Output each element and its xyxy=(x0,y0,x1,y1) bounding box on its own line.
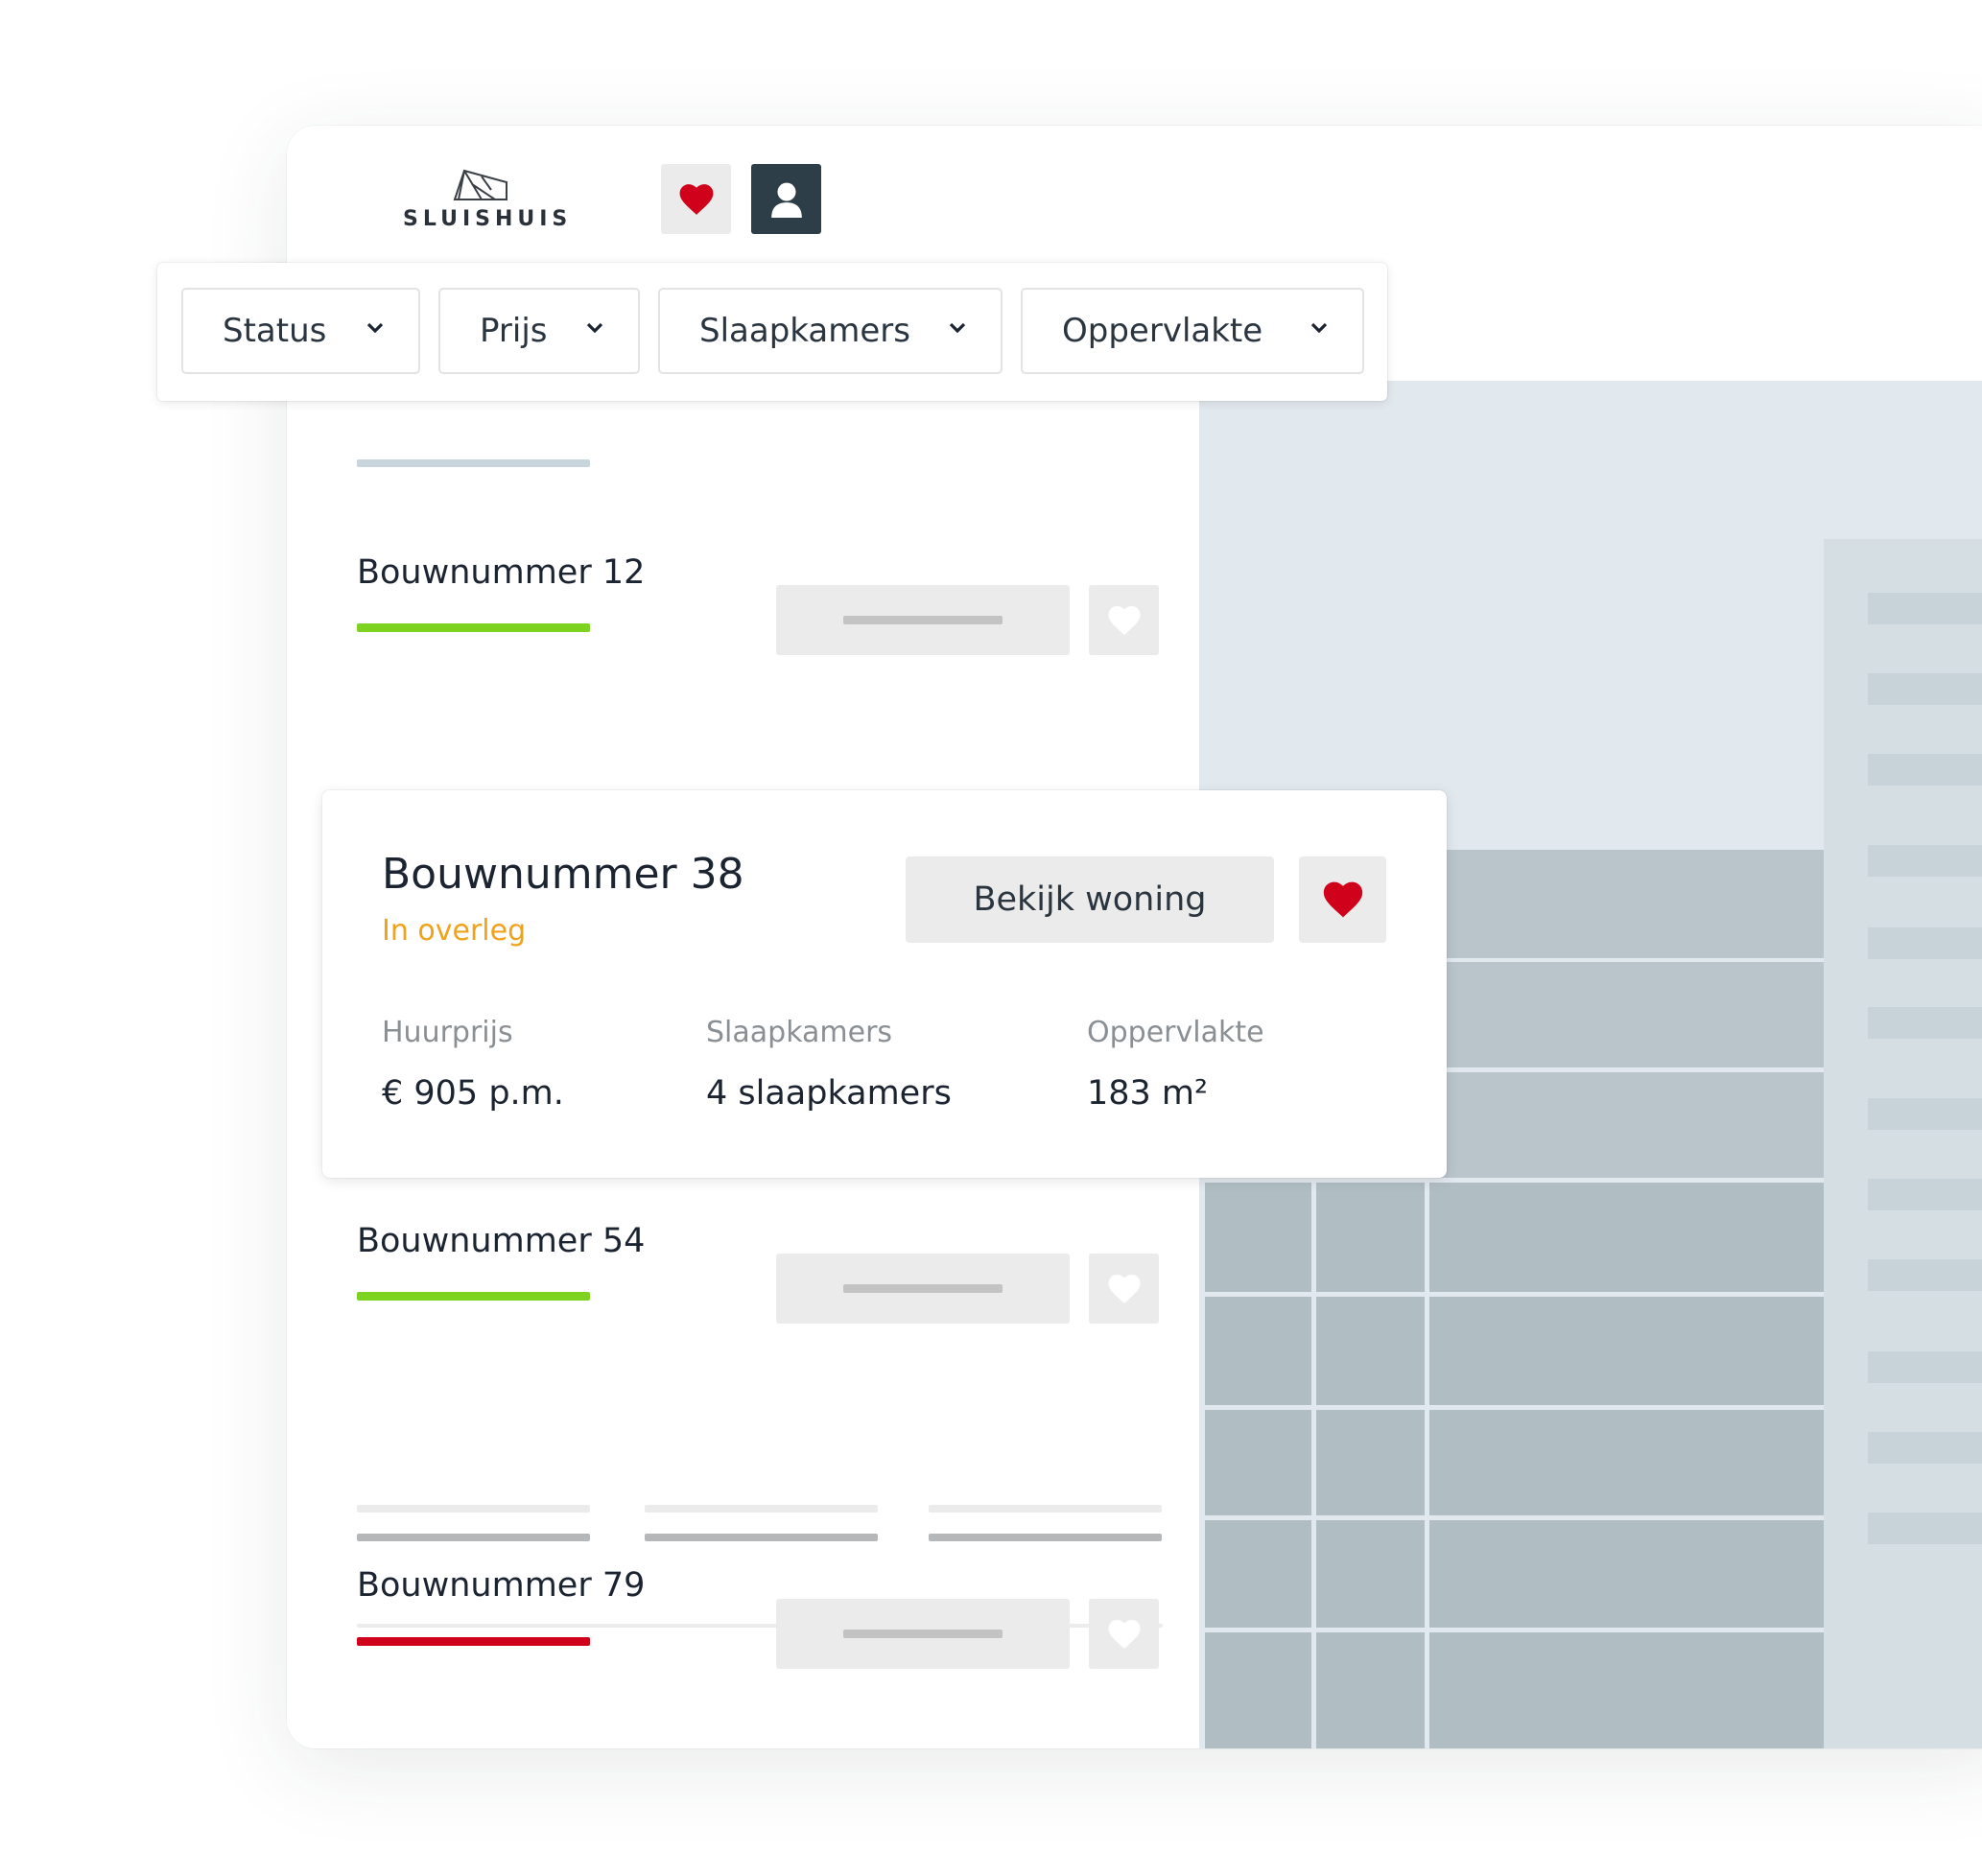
filter-label: Oppervlakte xyxy=(1062,312,1263,350)
heart-icon xyxy=(1323,881,1362,918)
filter-label: Slaapkamers xyxy=(699,312,910,350)
card-favorite-button[interactable] xyxy=(1299,856,1386,943)
account-button[interactable] xyxy=(751,164,821,234)
chevron-down-icon xyxy=(366,322,384,334)
filter-price-dropdown[interactable]: Prijs xyxy=(438,288,640,374)
list-header-placeholder xyxy=(357,459,590,467)
chevron-down-icon xyxy=(949,322,966,334)
filter-bedrooms-dropdown[interactable]: Slaapkamers xyxy=(658,288,1003,374)
favorite-button[interactable] xyxy=(1089,585,1159,655)
heart-outline-icon xyxy=(1108,605,1140,635)
spec-label-rent: Huurprijs xyxy=(382,1016,513,1049)
filter-label: Prijs xyxy=(480,312,548,350)
favorite-button[interactable] xyxy=(1089,1599,1159,1669)
view-button-placeholder[interactable] xyxy=(776,1254,1070,1324)
heart-outline-icon xyxy=(1108,1274,1140,1303)
card-status: In overleg xyxy=(382,914,527,948)
filter-status-dropdown[interactable]: Status xyxy=(181,288,420,374)
card-title: Bouwnummer 38 xyxy=(382,850,744,899)
logo-text: SLUISHUIS xyxy=(403,207,573,231)
chevron-down-icon xyxy=(586,322,603,334)
status-indicator xyxy=(357,1292,590,1301)
spec-label-area: Oppervlakte xyxy=(1087,1016,1264,1049)
filter-label: Status xyxy=(223,312,327,350)
favorite-button[interactable] xyxy=(1089,1254,1159,1324)
chevron-down-icon xyxy=(1310,322,1328,334)
listing-title[interactable]: Bouwnummer 79 xyxy=(357,1566,645,1605)
brand-logo[interactable]: SLUISHUIS xyxy=(403,161,573,238)
spec-label-bedrooms: Slaapkamers xyxy=(706,1016,893,1049)
featured-listing-card[interactable]: Bouwnummer 38 In overleg Bekijk woning H… xyxy=(322,790,1447,1178)
building-tower-left xyxy=(1824,539,1982,1748)
heart-icon xyxy=(679,183,713,215)
favorites-button[interactable] xyxy=(661,164,731,234)
spec-value-area: 183 m² xyxy=(1087,1074,1209,1113)
status-indicator xyxy=(357,623,590,632)
user-icon xyxy=(770,182,802,218)
view-button-placeholder[interactable] xyxy=(776,1599,1070,1669)
heart-outline-icon xyxy=(1108,1619,1140,1649)
view-home-button[interactable]: Bekijk woning xyxy=(906,856,1274,943)
listing-title[interactable]: Bouwnummer 12 xyxy=(357,553,645,592)
listing-title[interactable]: Bouwnummer 54 xyxy=(357,1222,645,1260)
spec-value-rent: € 905 p.m. xyxy=(382,1074,564,1113)
spec-value-bedrooms: 4 slaapkamers xyxy=(706,1074,952,1113)
view-button-placeholder[interactable] xyxy=(776,585,1070,655)
filter-bar: Status Prijs Slaapkamers Oppervlakte xyxy=(157,263,1387,401)
filter-area-dropdown[interactable]: Oppervlakte xyxy=(1021,288,1364,374)
house-logo-icon xyxy=(453,169,507,200)
status-indicator xyxy=(357,1637,590,1646)
